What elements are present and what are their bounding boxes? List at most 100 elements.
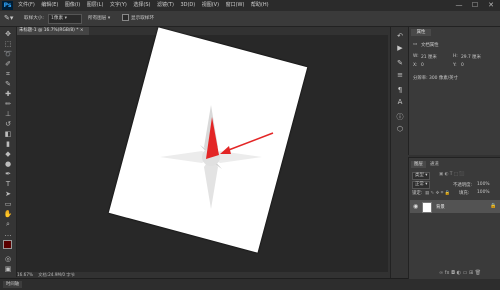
menu-help[interactable]: 帮助(H) [251,0,269,11]
eyedropper-icon[interactable]: ✎▾ [4,11,13,26]
document-tab-close[interactable]: × [80,28,84,33]
adjustments-icon[interactable]: ≡ [395,71,405,80]
canvas-artwork [160,105,274,209]
actions-icon[interactable]: ▶ [395,44,405,53]
screen-mode-icon[interactable]: ▣ [3,265,13,273]
blur-tool-icon[interactable]: ◆ [3,150,13,158]
lock-label: 锁定: [412,191,423,196]
tab-channels[interactable]: 通道 [427,161,442,168]
lasso-tool-icon[interactable]: ➰ [3,50,13,58]
x-label: X: [413,63,418,68]
eraser-tool-icon[interactable]: ◧ [3,130,13,138]
menu-edit[interactable]: 编辑(E) [41,0,58,11]
menu-view[interactable]: 视图(V) [202,0,219,11]
visibility-eye-icon[interactable]: ◉ [413,203,418,210]
photoshop-logo: Ps [2,1,13,10]
new-layer-icon[interactable]: ⊞ [469,270,473,276]
opacity-label: 不透明度: [453,183,473,188]
history-icon[interactable]: ↶ [395,32,405,41]
tab-layers[interactable]: 图层 [411,161,426,168]
layer-actions-bar: ∞ fx ◘ ◐ ▭ ⊞ 🗑 [439,270,481,276]
foreground-color-swatch[interactable] [3,240,12,249]
timeline-tab[interactable]: 时间轴 [3,281,23,288]
minimize-button[interactable]: — [452,0,466,11]
sample-size-select[interactable]: 1像素 ▾ [48,14,82,24]
tools-panel: ✥ ⬚ ➰ ✐ ⌗ ✎ ✚ ✏ ⊥ ↺ ◧ ▮ ◆ ● ✒ T ➤ ▭ ✋ ⌕ … [0,27,17,277]
shape-tool-icon[interactable]: ▭ [3,200,13,208]
type-tool-icon[interactable]: T [3,180,13,188]
resolution-text: 分辨率: 300 像素/英寸 [413,76,458,81]
adjustment-layer-icon[interactable]: ◐ [457,270,461,276]
height-value[interactable]: 29.7 厘米 [461,54,481,60]
trash-icon[interactable]: 🗑 [475,270,481,276]
layer-row-background[interactable]: ◉ 背景 🔒 [410,200,500,213]
stamp-tool-icon[interactable]: ⊥ [3,110,13,118]
menu-select[interactable]: 选择(S) [133,0,150,11]
sample-layers-select[interactable]: 所有图层 ▾ [88,11,110,26]
document-tab-title: 未标题-1 @ 16.7%(RGB/8) * [19,28,79,33]
opacity-value[interactable]: 100% [477,182,490,187]
menu-window[interactable]: 窗口(W) [226,0,245,11]
blend-mode-select[interactable]: 正常 ▾ [412,181,431,189]
width-value[interactable]: 21 厘米 [421,54,437,60]
link-icon[interactable]: ∞ [439,270,443,276]
group-icon[interactable]: ▭ [463,270,468,276]
height-label: H: [453,54,458,59]
quick-select-tool-icon[interactable]: ✐ [3,60,13,68]
more-tools-icon[interactable]: … [3,230,13,238]
mask-icon[interactable]: ◘ [451,270,455,276]
layer-kind-filter[interactable]: 类型 ▾ [412,172,431,180]
menu-image[interactable]: 图像(I) [65,0,80,11]
character-icon[interactable]: A [395,98,405,107]
layer-lock-icon: 🔒 [490,203,497,209]
menu-filter[interactable]: 滤镜(T) [157,0,174,11]
quick-mask-icon[interactable]: ◎ [3,255,13,263]
menu-type[interactable]: 文字(Y) [110,0,127,11]
kind-label: 类型 [415,173,424,178]
dodge-tool-icon[interactable]: ● [3,160,13,168]
gradient-tool-icon[interactable]: ▮ [3,140,13,148]
layer-name[interactable]: 背景 [436,204,445,210]
sample-size-value: 1像素 [51,16,64,21]
sample-layers-label: 所有图层 [88,16,107,21]
x-value[interactable]: 0 [421,63,424,68]
menu-layer[interactable]: 图层(L) [87,0,104,11]
document-tab[interactable]: 未标题-1 @ 16.7%(RGB/8) * × [17,27,89,35]
hand-tool-icon[interactable]: ✋ [3,210,13,218]
filter-icons[interactable]: ▣ ◐ T ⬚ ⬛ [439,172,465,177]
close-button[interactable]: ✕ [484,0,498,11]
checkbox-box [122,14,129,21]
doc-info: 文档:24.9M/0 字节 [38,272,75,277]
brush-settings-icon[interactable]: ✎ [395,59,405,68]
marquee-tool-icon[interactable]: ⬚ [3,40,13,48]
layers-panel: 图层 通道 类型 ▾ ▣ ◐ T ⬚ ⬛ 正常 ▾ 不透明度: 100% 锁定:… [408,157,500,279]
path-select-tool-icon[interactable]: ➤ [3,190,13,198]
crop-tool-icon[interactable]: ⌗ [3,70,13,78]
pen-tool-icon[interactable]: ✒ [3,170,13,178]
compass-star-graphic [160,105,262,209]
brush-tool-icon[interactable]: ✏ [3,100,13,108]
timeline-panel: 时间轴 [0,278,500,290]
3d-icon[interactable]: ⬡ [395,125,405,134]
paragraph-icon[interactable]: ¶ [395,86,405,95]
show-ring-checkbox[interactable]: 显示取样环 [122,11,154,26]
y-value[interactable]: 0 [461,63,464,68]
info-icon[interactable]: ⓘ [395,113,405,122]
move-tool-icon[interactable]: ✥ [3,30,13,38]
fill-value[interactable]: 100% [477,190,490,195]
sample-size-label: 取样大小: [24,16,44,21]
document-properties-label: 文档属性 [421,43,439,48]
fx-icon[interactable]: fx [445,270,450,276]
menu-3d[interactable]: 3D(D) [180,0,195,11]
menu-file[interactable]: 文件(F) [18,0,35,11]
zoom-tool-icon[interactable]: ⌕ [3,220,13,228]
blend-mode-value: 正常 [415,182,424,187]
zoom-level[interactable]: 16.67% [17,272,33,277]
maximize-button[interactable]: ☐ [468,0,482,11]
properties-tab[interactable]: 属性 [411,29,431,36]
healing-tool-icon[interactable]: ✚ [3,90,13,98]
layer-thumbnail [422,202,432,213]
lock-icons[interactable]: ▦ ✎ ✥ ⌗ 🔒 [425,190,450,196]
history-brush-tool-icon[interactable]: ↺ [3,120,13,128]
eyedropper-tool-icon[interactable]: ✎ [3,80,13,88]
